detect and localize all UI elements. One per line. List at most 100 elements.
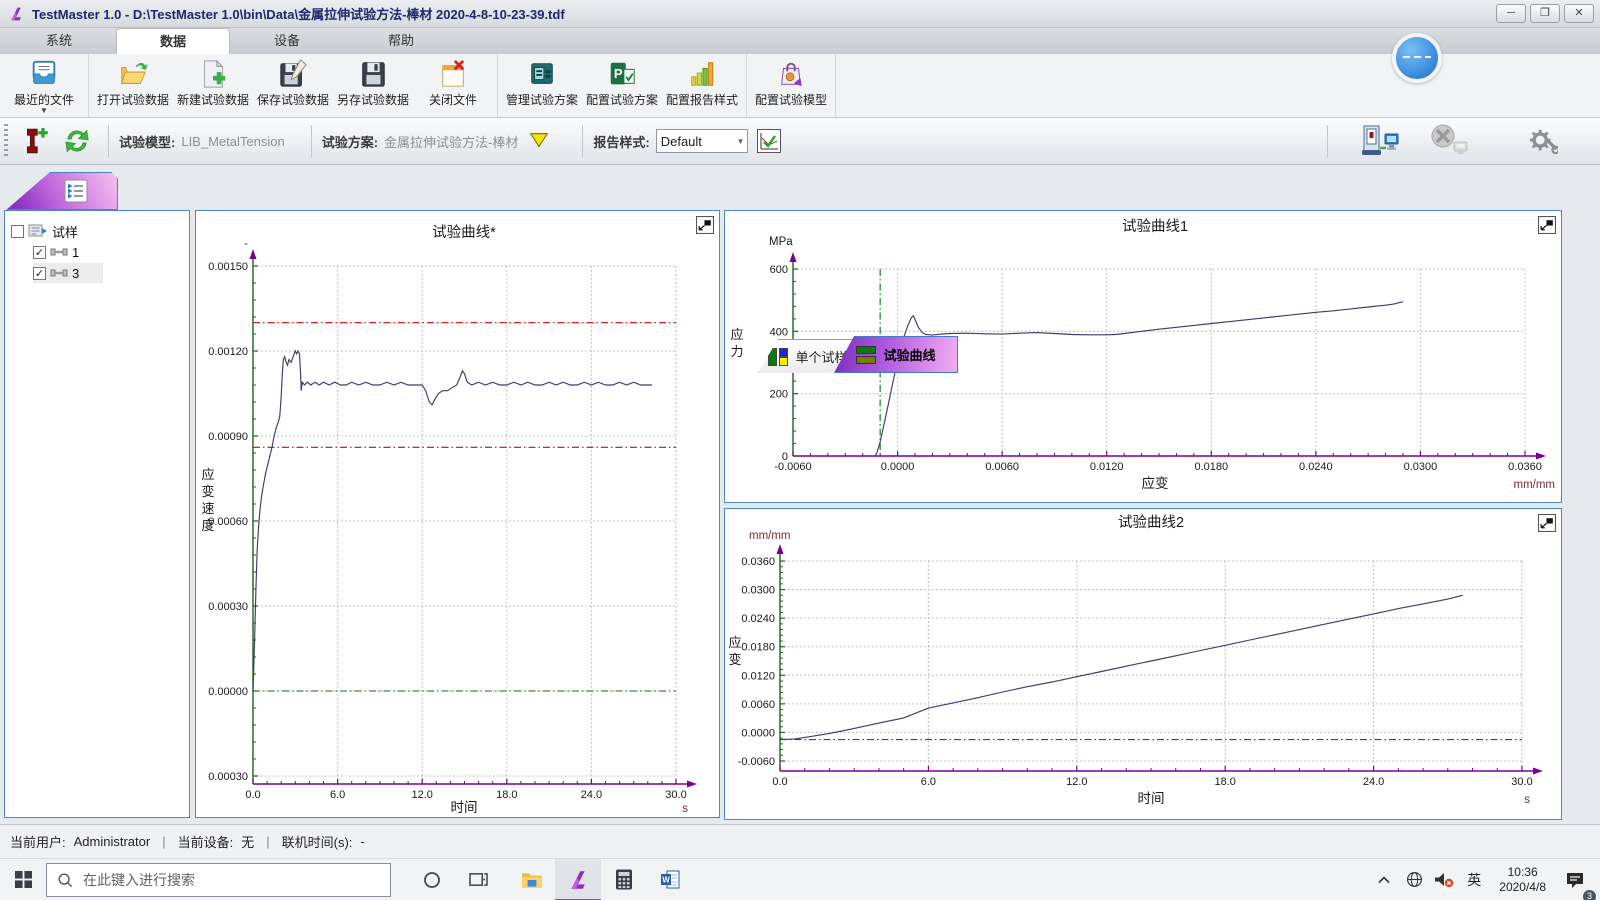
tab-test-curve[interactable]: 试验曲线 — [834, 336, 958, 373]
svg-text:0.00030: 0.00030 — [208, 601, 248, 613]
svg-text:6.0: 6.0 — [921, 776, 936, 788]
title-bar: TestMaster 1.0 - D:\TestMaster 1.0\bin\D… — [0, 0, 1600, 28]
machine-connect-button[interactable] — [1358, 124, 1402, 158]
chart-popout-button[interactable] — [1538, 216, 1556, 234]
minimize-button[interactable]: ─ — [1496, 4, 1526, 23]
saveas-data-label: 另存试验数据 — [337, 91, 409, 108]
report-check-button[interactable] — [756, 128, 782, 154]
word-app-button[interactable]: W — [647, 859, 693, 900]
add-specimen-button[interactable] — [20, 125, 50, 157]
calculator-icon — [615, 869, 633, 890]
svg-text:0.0300: 0.0300 — [1404, 461, 1438, 473]
tray-expand-button[interactable] — [1371, 859, 1397, 900]
report-style-value: Default — [661, 134, 702, 149]
svg-text:mm/mm: mm/mm — [749, 530, 791, 542]
strain-rate-time-chart[interactable]: 试验曲线*0.06.012.018.024.030.00.000300.0000… — [196, 211, 719, 817]
specimen-dumbbell-icon — [50, 268, 68, 278]
svg-text:0.0120: 0.0120 — [1090, 461, 1124, 473]
scheme-filter-button[interactable] — [528, 130, 550, 152]
current-device-label: 当前设备: — [178, 832, 234, 851]
svg-text:-0.0060: -0.0060 — [774, 461, 811, 473]
combo-arrow-icon: ▾ — [738, 136, 743, 147]
recent-files-dropdown-arrow[interactable]: ▼ — [40, 108, 48, 114]
item-3-checkbox[interactable]: ✓ — [33, 267, 46, 280]
menu-device[interactable]: 设备 — [230, 28, 344, 54]
svg-text:0.0300: 0.0300 — [741, 585, 775, 597]
list-form-icon — [63, 178, 89, 204]
close-file-button[interactable]: 关闭文件 — [413, 56, 493, 115]
toolbar-separator — [108, 125, 109, 157]
svg-text:力: 力 — [730, 344, 743, 359]
recent-files-button[interactable]: 最近的文件 ▼ — [4, 56, 84, 115]
chart-popout-button[interactable] — [1538, 514, 1556, 532]
tree-root-row[interactable]: 试样 — [11, 221, 181, 241]
menu-help[interactable]: 帮助 — [344, 28, 458, 54]
ime-label: 英 — [1467, 870, 1481, 890]
ribbon-group-recent: 最近的文件 ▼ — [0, 54, 89, 117]
save-data-button[interactable]: 保存试验数据 — [253, 56, 333, 115]
config-model-button[interactable]: 配置试验模型 — [751, 56, 831, 115]
item-1-checkbox[interactable]: ✓ — [33, 246, 46, 259]
toolbar-separator — [582, 125, 583, 157]
report-style-select[interactable]: Default ▾ — [656, 129, 748, 153]
disconnect-icon — [1428, 124, 1472, 158]
svg-text:0.0: 0.0 — [245, 789, 260, 801]
left-chart-panel: 试验曲线*0.06.012.018.024.030.00.000300.0000… — [195, 210, 720, 818]
restore-button[interactable]: ❐ — [1530, 4, 1560, 23]
tree-item-3[interactable]: ✓ 3 — [33, 263, 103, 283]
taskbar-clock[interactable]: 10:36 2020/4/8 — [1491, 865, 1554, 895]
chevron-up-icon — [1378, 876, 1390, 884]
file-explorer-button[interactable] — [509, 859, 555, 900]
specimen-list-tab[interactable] — [6, 172, 118, 210]
test-toolbar: 试验模型: LIB_MetalTension 试验方案: 金属拉伸试验方法-棒材… — [0, 118, 1600, 165]
new-data-button[interactable]: 新建试验数据 — [173, 56, 253, 115]
refresh-button[interactable] — [62, 126, 92, 156]
strain-time-chart[interactable]: 试验曲线20.06.012.018.024.030.0-0.00600.0000… — [725, 509, 1561, 819]
ime-indicator[interactable]: 英 — [1461, 859, 1487, 900]
model-label: 试验模型: — [119, 132, 175, 151]
svg-text:应: 应 — [730, 327, 743, 342]
action-center-button[interactable]: 3 — [1558, 859, 1592, 900]
menu-system[interactable]: 系统 — [2, 28, 116, 54]
calculator-button[interactable] — [601, 859, 647, 900]
svg-text:应: 应 — [728, 635, 741, 650]
tree-item-1-label: 1 — [72, 245, 79, 260]
save-data-label: 保存试验数据 — [257, 91, 329, 108]
timer-sphere-icon[interactable] — [1392, 33, 1442, 83]
close-button[interactable]: ✕ — [1564, 4, 1594, 23]
svg-text:0.00030: 0.00030 — [208, 771, 248, 783]
testmaster-taskbar-button[interactable] — [555, 859, 601, 900]
svg-text:度: 度 — [201, 518, 214, 533]
globe-icon — [1406, 871, 1423, 888]
machine-disconnect-button[interactable] — [1428, 124, 1472, 158]
right-bottom-chart-panel: 试验曲线20.06.012.018.024.030.0-0.00600.0000… — [724, 508, 1562, 820]
chart-popout-icon — [1538, 514, 1556, 532]
svg-text:-0.0060: -0.0060 — [738, 756, 775, 768]
ribbon-group-scheme: 管理试验方案 P 配置试验方案 配置报告样式 — [498, 54, 747, 117]
taskbar-search-input[interactable]: 在此键入进行搜索 — [46, 863, 391, 897]
cortana-button[interactable] — [409, 859, 455, 900]
filter-funnel-icon — [528, 130, 550, 152]
config-scheme-button[interactable]: P 配置试验方案 — [582, 56, 662, 115]
test-curve-tab-icon — [856, 345, 878, 365]
report-style-button[interactable]: 配置报告样式 — [662, 56, 742, 115]
new-data-label: 新建试验数据 — [177, 91, 249, 108]
svg-text:0: 0 — [782, 451, 788, 463]
menu-data[interactable]: 数据 — [116, 28, 230, 54]
saveas-data-button[interactable]: 另存试验数据 — [333, 56, 413, 115]
chart-popout-icon — [696, 216, 714, 234]
start-button[interactable] — [0, 859, 46, 900]
root-checkbox[interactable] — [11, 225, 24, 238]
settings-button[interactable] — [1528, 126, 1558, 156]
task-view-button[interactable] — [455, 859, 501, 900]
svg-text:0.0180: 0.0180 — [741, 642, 775, 654]
chart-popout-button[interactable] — [696, 216, 714, 234]
open-data-button[interactable]: 打开试验数据 — [93, 56, 173, 115]
word-icon: W — [660, 869, 681, 890]
toolbar-grip[interactable] — [4, 124, 8, 158]
manage-scheme-button[interactable]: 管理试验方案 — [502, 56, 582, 115]
status-bar: 当前用户: Administrator | 当前设备: 无 | 联机时间(s):… — [0, 824, 1600, 858]
volume-muted-button[interactable] — [1431, 859, 1457, 900]
tree-item-1[interactable]: ✓ 1 — [33, 242, 181, 262]
network-tray-button[interactable] — [1401, 859, 1427, 900]
